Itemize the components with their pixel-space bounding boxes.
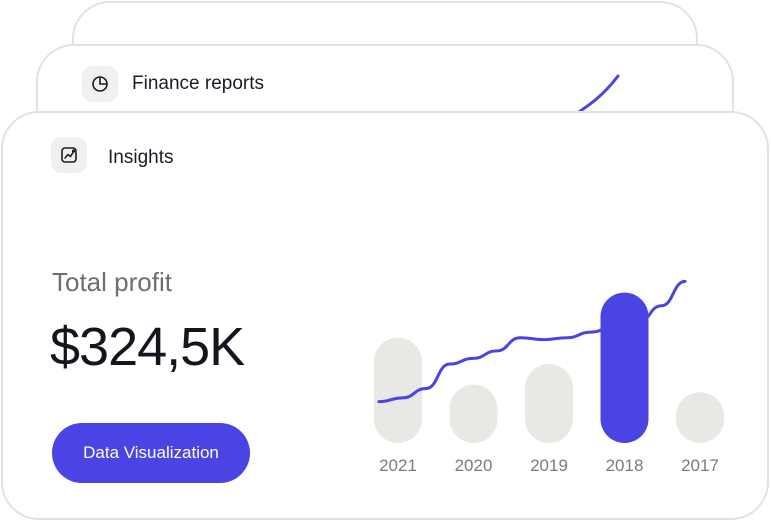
bar-2017: [676, 392, 724, 443]
year-label-2020: 2020: [455, 456, 493, 475]
year-label-2017: 2017: [681, 456, 719, 475]
insights-card: Insights Total profit $324,5K Data Visua…: [1, 111, 769, 520]
bar-2020: [449, 384, 498, 443]
bar-2021: [374, 337, 422, 443]
profit-chart: 2021 2020 2019 2018 2017: [374, 279, 724, 475]
year-label-2018: 2018: [606, 456, 644, 475]
year-label-2019: 2019: [530, 456, 568, 475]
year-label-2021: 2021: [379, 456, 417, 475]
bar-2018: [600, 292, 649, 443]
bar-2019: [525, 364, 573, 443]
